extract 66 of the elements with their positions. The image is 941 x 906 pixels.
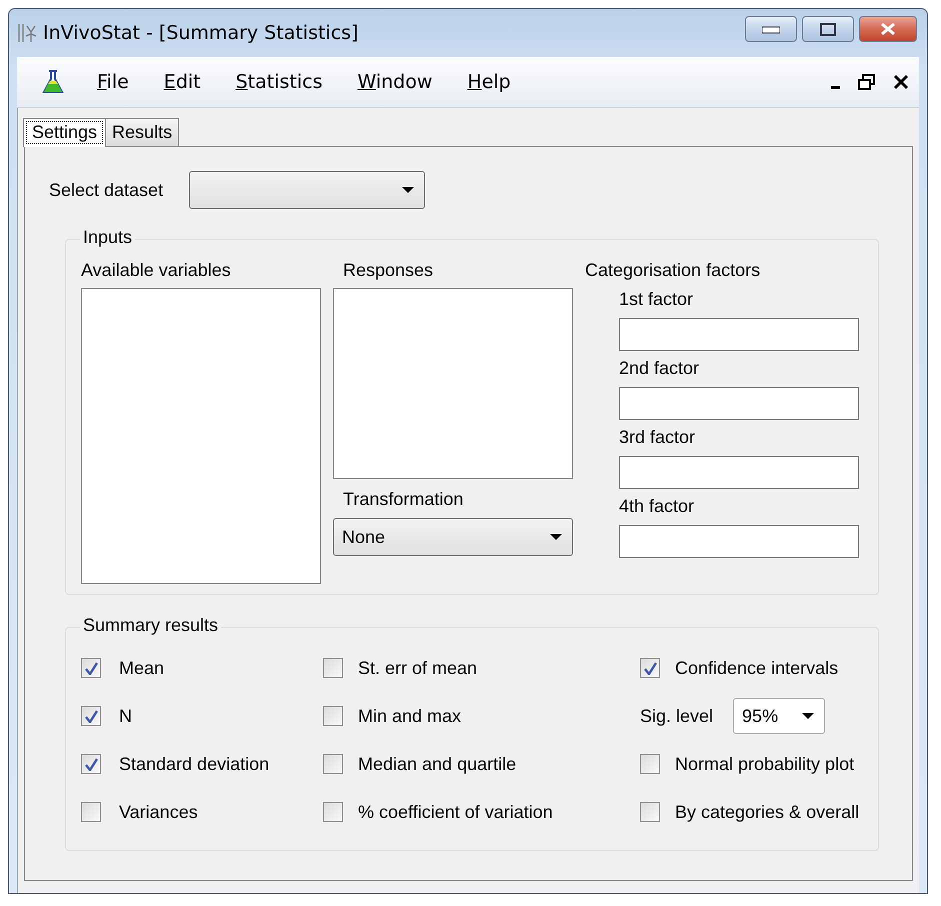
restore-icon xyxy=(858,74,875,90)
checkbox-label[interactable]: Median and quartile xyxy=(358,754,516,774)
minimize-icon xyxy=(831,86,840,88)
close-button[interactable] xyxy=(859,16,917,42)
app-logo-icon xyxy=(17,22,37,44)
checkbox[interactable] xyxy=(81,802,101,822)
flask-icon xyxy=(41,70,65,94)
close-icon xyxy=(880,22,896,36)
sig-level-label: Sig. level xyxy=(640,706,714,726)
checkbox[interactable] xyxy=(640,802,660,822)
check-icon xyxy=(84,758,98,770)
checkbox[interactable] xyxy=(81,658,101,678)
menu-item[interactable]: Edit xyxy=(156,67,209,97)
list-label: Available variables xyxy=(81,260,232,281)
checkbox-label[interactable]: Mean xyxy=(119,658,164,678)
transformation-dropdown[interactable]: None xyxy=(333,518,573,556)
factor-label: 1st factor xyxy=(619,289,694,310)
factor-field[interactable] xyxy=(619,387,859,420)
factor-label: 4th factor xyxy=(619,496,696,517)
factor-field[interactable] xyxy=(619,318,859,351)
checkbox-label[interactable]: By categories & overall xyxy=(675,802,860,822)
dropdown-arrow-icon xyxy=(802,713,814,719)
menu-item[interactable]: Help xyxy=(459,67,519,97)
list-label: Responses xyxy=(343,260,434,281)
checkbox-label[interactable]: Standard deviation xyxy=(119,754,270,774)
checkbox[interactable] xyxy=(81,706,101,726)
checkbox[interactable] xyxy=(323,658,343,678)
minimize-button[interactable] xyxy=(745,16,797,42)
checkbox[interactable] xyxy=(81,754,101,774)
checkbox-label[interactable]: % coefficient of variation xyxy=(358,802,553,822)
factor-field[interactable] xyxy=(619,525,859,558)
close-icon xyxy=(893,74,909,90)
checkbox[interactable] xyxy=(323,706,343,726)
maximize-button[interactable] xyxy=(802,16,854,42)
tab[interactable]: Settings xyxy=(23,118,106,147)
checkbox[interactable] xyxy=(640,754,660,774)
menu-item[interactable]: Window xyxy=(349,67,440,97)
dropdown-arrow-icon xyxy=(550,534,562,540)
check-icon xyxy=(644,662,656,674)
factor-label: 2nd factor xyxy=(619,358,700,379)
dataset-dropdown[interactable] xyxy=(189,171,426,209)
menu-item[interactable]: File xyxy=(89,67,137,97)
minimize-icon xyxy=(762,24,780,34)
transformation-label: Transformation xyxy=(343,489,464,510)
checkbox-label[interactable]: St. err of mean xyxy=(358,658,478,678)
factors-label: Categorisation factors xyxy=(585,260,762,281)
check-icon xyxy=(84,710,98,722)
checkbox-label[interactable]: N xyxy=(119,706,132,726)
dropdown-arrow-icon xyxy=(402,187,414,193)
factor-field[interactable] xyxy=(619,456,859,489)
maximize-icon xyxy=(820,22,836,36)
sig-level-dropdown[interactable]: 95% xyxy=(733,698,826,734)
check-icon xyxy=(84,662,98,674)
factor-label: 3rd factor xyxy=(619,427,696,448)
group-title: Summary results xyxy=(80,615,222,636)
menu-item[interactable]: Statistics xyxy=(228,67,330,97)
checkbox-label[interactable]: Variances xyxy=(119,802,198,822)
checkbox-label[interactable]: Confidence intervals xyxy=(675,658,838,678)
checkbox[interactable] xyxy=(323,802,343,822)
dataset-label: Select dataset xyxy=(49,180,164,200)
checkbox-label[interactable]: Normal probability plot xyxy=(675,754,854,774)
tab[interactable]: Results xyxy=(105,118,180,146)
checkbox[interactable] xyxy=(640,658,660,678)
window-title: InVivoStat - [Summary Statistics] xyxy=(43,22,360,44)
checkbox-label[interactable]: Min and max xyxy=(358,706,462,726)
checkbox[interactable] xyxy=(323,754,343,774)
